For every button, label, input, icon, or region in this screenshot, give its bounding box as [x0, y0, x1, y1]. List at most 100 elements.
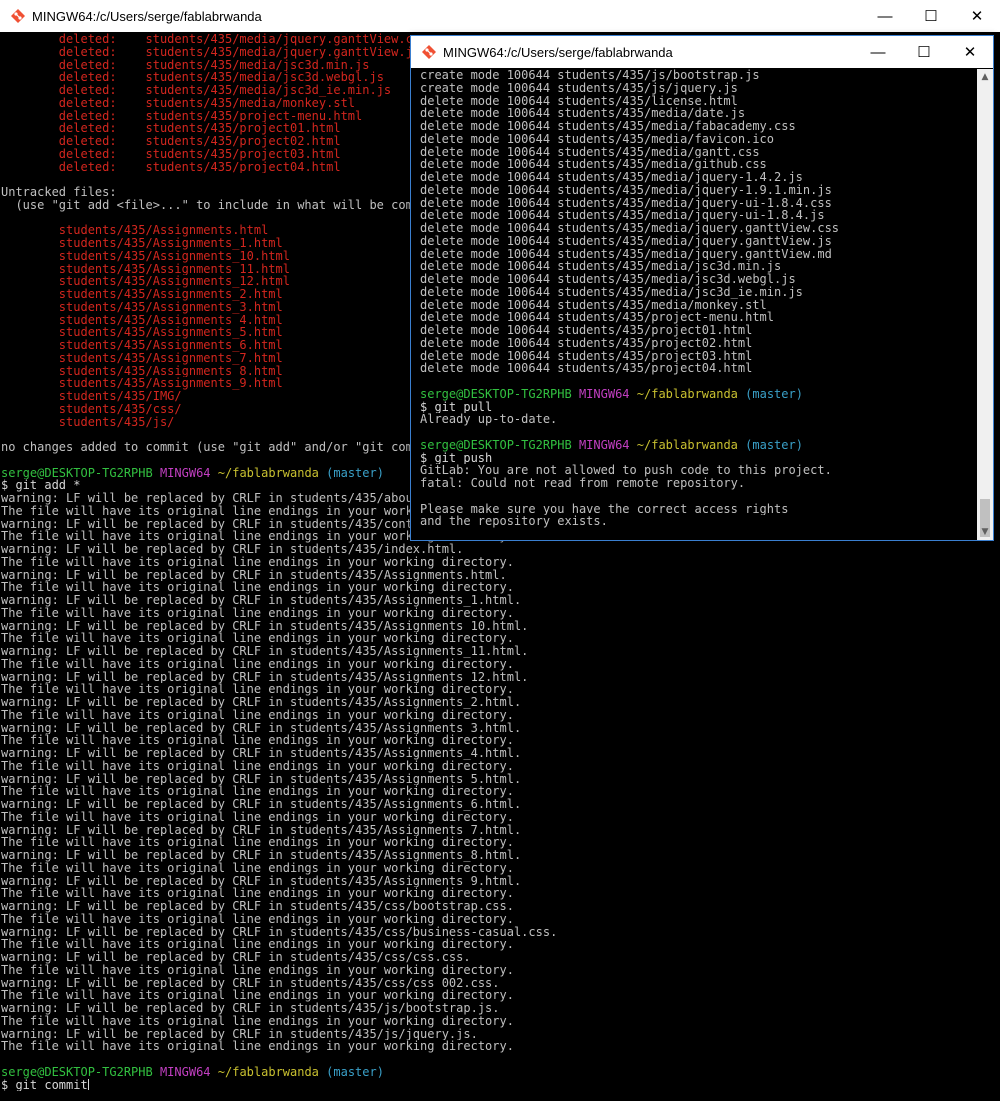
command-text: $ git add * — [1, 479, 81, 492]
output-line: The file will have its original line end… — [1, 811, 1000, 824]
output-line: delete mode 100644 students/435/media/jq… — [420, 235, 977, 248]
output-line: create mode 100644 students/435/js/jquer… — [420, 82, 977, 95]
shell-prompt: serge@DESKTOP-TG2RPHB MINGW64 ~/fablabrw… — [420, 388, 977, 401]
window-title: MINGW64:/c/Users/serge/fablabrwanda — [443, 44, 673, 60]
minimize-button[interactable]: — — [862, 0, 908, 32]
output-line: warning: LF will be replaced by CRLF in … — [1, 798, 1000, 811]
output-text: warning: LF will be replaced by CRLF in … — [1, 925, 558, 939]
output-line: warning: LF will be replaced by CRLF in … — [1, 696, 1000, 709]
output-text: fatal: Could not read from remote reposi… — [420, 477, 746, 490]
output-text: delete mode 100644 students/435/project0… — [420, 362, 753, 375]
command-line: $ git push — [420, 452, 977, 465]
terminal-window-secondary[interactable]: MINGW64:/c/Users/serge/fablabrwanda — ☐ … — [410, 35, 994, 541]
output-text: The file will have its original line end… — [1, 734, 514, 747]
output-text: The file will have its original line end… — [1, 632, 514, 645]
output-text: create mode 100644 students/435/js/jquer… — [420, 81, 738, 95]
output-text: delete mode 100644 students/435/media/jq… — [420, 196, 832, 210]
deleted-path: students/435/project03.html — [145, 147, 341, 161]
titlebar[interactable]: MINGW64:/c/Users/serge/fablabrwanda — ☐ … — [411, 36, 993, 68]
output-text: (use "git add <file>..." to include in w… — [1, 198, 464, 212]
output-text: The file will have its original line end… — [1, 555, 514, 569]
output-line: The file will have its original line end… — [1, 683, 1000, 696]
output-text: The file will have its original line end… — [1, 887, 514, 900]
deleted-path: students/435/project02.html — [145, 135, 341, 148]
output-text: The file will have its original line end… — [1, 989, 514, 1002]
output-line: The file will have its original line end… — [1, 581, 1000, 594]
output-text: create mode 100644 students/435/js/boots… — [420, 69, 760, 82]
output-text: warning: LF will be replaced by CRLF in … — [1, 874, 522, 888]
untracked-path: students/435/Assignments_10.html — [58, 249, 290, 263]
deleted-path: students/435/media/jsc3d.webgl.js — [145, 71, 384, 84]
output-line: delete mode 100644 students/435/media/jq… — [420, 197, 977, 210]
output-text: warning: LF will be replaced by CRLF in … — [1, 721, 522, 735]
output-line: delete mode 100644 students/435/project0… — [420, 362, 977, 375]
deleted-label: deleted: — [58, 33, 117, 46]
text-cursor — [87, 1078, 89, 1090]
output-line: The file will have its original line end… — [1, 1040, 1000, 1053]
output-line: fatal: Could not read from remote reposi… — [420, 477, 977, 490]
output-text: The file will have its original line end… — [1, 836, 514, 849]
close-button[interactable]: ✕ — [947, 36, 993, 68]
close-button[interactable]: ✕ — [954, 0, 1000, 32]
output-text: The file will have its original line end… — [1, 963, 514, 977]
deleted-label: deleted: — [58, 96, 117, 110]
untracked-path: students/435/Assignments_8.html — [58, 364, 283, 378]
output-line: The file will have its original line end… — [1, 989, 1000, 1002]
output-text: no changes added to commit (use "git add… — [1, 441, 471, 454]
output-text: Please make sure you have the correct ac… — [420, 502, 789, 516]
untracked-path: students/435/Assignments_3.html — [58, 300, 283, 314]
output-line: The file will have its original line end… — [1, 632, 1000, 645]
output-text: The file will have its original line end… — [1, 1014, 514, 1028]
scroll-down-icon[interactable]: ▼ — [977, 524, 993, 540]
output-text: The file will have its original line end… — [1, 759, 514, 773]
output-line: delete mode 100644 students/435/media/js… — [420, 273, 977, 286]
scroll-up-icon[interactable]: ▲ — [977, 69, 993, 85]
output-line: The file will have its original line end… — [1, 1015, 1000, 1028]
output-line: warning: LF will be replaced by CRLF in … — [1, 849, 1000, 862]
output-text: warning: LF will be replaced by CRLF in … — [1, 1027, 478, 1041]
output-text: warning: LF will be replaced by CRLF in … — [1, 798, 522, 811]
output-line: warning: LF will be replaced by CRLF in … — [1, 594, 1000, 607]
prompt-system: MINGW64 — [578, 387, 630, 401]
maximize-button[interactable]: ☐ — [901, 36, 947, 68]
output-line: delete mode 100644 students/435/project0… — [420, 337, 977, 350]
output-line: The file will have its original line end… — [1, 887, 1000, 900]
output-text: warning: LF will be replaced by CRLF in … — [1, 747, 522, 760]
minimize-button[interactable]: — — [855, 36, 901, 68]
output-line: warning: LF will be replaced by CRLF in … — [1, 645, 1000, 658]
prompt-system: MINGW64 — [578, 438, 630, 452]
titlebar[interactable]: MINGW64:/c/Users/serge/fablabrwanda — ☐ … — [0, 0, 1000, 32]
output-line: warning: LF will be replaced by CRLF in … — [1, 951, 1000, 964]
output-line: warning: LF will be replaced by CRLF in … — [1, 671, 1000, 684]
vertical-scrollbar[interactable]: ▲ ▼ — [977, 69, 993, 540]
output-text: The file will have its original line end… — [1, 1040, 514, 1053]
deleted-path: students/435/media/jquery.ganttView.css — [145, 33, 428, 46]
shell-prompt: serge@DESKTOP-TG2RPHB MINGW64 ~/fablabrw… — [1, 1066, 1000, 1079]
deleted-label: deleted: — [58, 84, 117, 97]
maximize-button[interactable]: ☐ — [908, 0, 954, 32]
terminal-output[interactable]: create mode 100644 students/435/js/boots… — [411, 69, 977, 540]
output-text: Already up-to-date. — [420, 413, 558, 426]
output-line: delete mode 100644 students/435/project0… — [420, 350, 977, 363]
output-text: warning: LF will be replaced by CRLF in … — [1, 543, 464, 556]
output-line: The file will have its original line end… — [1, 913, 1000, 926]
git-bash-icon — [11, 9, 25, 23]
output-text: delete mode 100644 students/435/media/jq… — [420, 222, 840, 235]
